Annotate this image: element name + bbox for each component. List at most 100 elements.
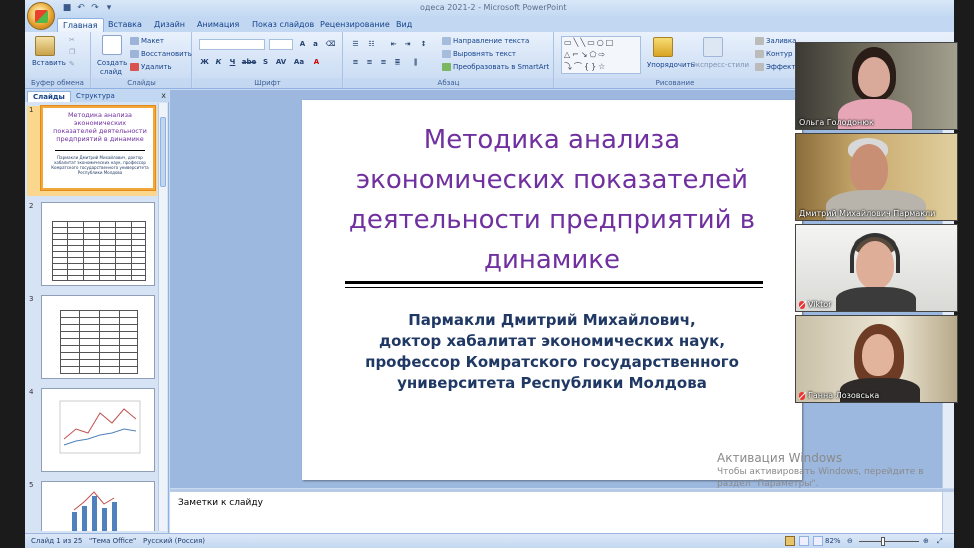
notes-scrollbar[interactable] <box>942 492 954 533</box>
columns-icon[interactable]: ‖ <box>410 57 421 67</box>
quick-styles-button[interactable]: Экспресс-стили <box>691 61 749 70</box>
bold-button[interactable]: Ж <box>199 57 210 67</box>
shape-fill-button[interactable]: Заливка <box>755 37 796 46</box>
undo-icon[interactable]: ↶ <box>75 2 87 14</box>
smartart-button[interactable]: Преобразовать в SmartArt <box>442 63 549 72</box>
tab-slideshow[interactable]: Показ слайдов <box>247 18 319 32</box>
align-left-icon[interactable]: ≡ <box>350 57 361 67</box>
zoom-slider[interactable] <box>859 541 919 542</box>
slideshow-view-icon[interactable] <box>813 536 823 546</box>
zoom-slider-thumb[interactable] <box>881 537 885 546</box>
fit-slide-icon[interactable]: ⤢ <box>937 534 943 548</box>
delete-slide-button[interactable]: Удалить <box>130 63 172 72</box>
redo-icon[interactable]: ↷ <box>89 2 101 14</box>
close-pane-icon[interactable]: x <box>161 91 166 100</box>
office-button[interactable] <box>27 2 55 30</box>
participant-tile-1[interactable]: Ольга Голодонюк <box>795 42 958 130</box>
participant-tile-2[interactable]: Дмитрий Михайлович Пармакли <box>795 133 958 221</box>
shadow-button[interactable]: S <box>260 57 271 67</box>
language-indicator[interactable]: Русский (Россия) <box>143 534 205 548</box>
participant-tile-4[interactable]: Ганна Лозовська <box>795 315 958 403</box>
slide-number: 3 <box>29 295 34 303</box>
slide-thumbnail-1[interactable]: 1 Методика анализа экономических показат… <box>27 106 157 196</box>
zoom-out-icon[interactable]: ⊖ <box>847 534 853 548</box>
decrease-indent-icon[interactable]: ⇤ <box>388 39 399 49</box>
qat-more-icon[interactable]: ▾ <box>103 2 115 14</box>
slide-thumbnail-3[interactable]: 3 <box>27 295 157 381</box>
delete-icon <box>130 63 139 71</box>
grow-font-icon[interactable]: A <box>297 39 308 49</box>
participant-tile-3[interactable]: Viktor <box>795 224 958 312</box>
quick-styles-icon[interactable] <box>703 37 723 57</box>
align-text-label: Выровнять текст <box>453 50 516 58</box>
slide-thumbnail-5[interactable]: 5 <box>27 481 157 531</box>
new-slide-button-line2[interactable]: слайд <box>100 68 122 77</box>
slide-canvas[interactable]: Методика анализа экономических показател… <box>302 100 802 480</box>
thumb-author: Пармакли Дмитрий Михайлович, доктор хаба… <box>51 155 149 175</box>
italic-button[interactable]: К <box>213 57 224 67</box>
shrink-font-icon[interactable]: a <box>310 39 321 49</box>
save-icon[interactable]: ■ <box>61 2 73 14</box>
shapes-gallery[interactable]: ▭╲╲▭○□ △⌐↘⬠⇨ ⤵⌒{}☆ <box>561 36 641 74</box>
underline-button[interactable]: Ч <box>227 57 238 67</box>
slide-thumbnail-4[interactable]: 4 <box>27 388 157 474</box>
sorter-view-icon[interactable] <box>799 536 809 546</box>
slide-author-block[interactable]: Пармакли Дмитрий Михайлович, доктор хаба… <box>322 310 782 394</box>
copy-icon[interactable]: ❐ <box>69 48 75 57</box>
thumb-table-cols <box>52 221 146 281</box>
group-label: Буфер обмена <box>25 78 90 88</box>
line-spacing-icon[interactable]: ↕ <box>418 39 429 49</box>
text-direction-button[interactable]: Направление текста <box>442 37 529 46</box>
normal-view-icon[interactable] <box>785 536 795 546</box>
increase-indent-icon[interactable]: ⇥ <box>402 39 413 49</box>
tab-view[interactable]: Вид <box>391 18 417 32</box>
zoom-in-icon[interactable]: ⊕ <box>923 534 929 548</box>
font-name-combo[interactable] <box>199 39 265 50</box>
pane-scroll-thumb[interactable] <box>160 117 166 187</box>
zoom-level[interactable]: 82% <box>825 534 841 548</box>
paste-icon[interactable] <box>35 36 55 56</box>
tab-review[interactable]: Рецензирование <box>315 18 395 32</box>
slide-title[interactable]: Методика анализа экономических показател… <box>332 120 772 280</box>
outline-icon <box>755 50 764 58</box>
align-text-button[interactable]: Выровнять текст <box>442 50 516 59</box>
tab-home[interactable]: Главная <box>57 18 104 32</box>
change-case-button[interactable]: Aa <box>292 57 306 67</box>
strike-button[interactable]: abe <box>241 57 257 67</box>
format-painter-icon[interactable]: ✎ <box>69 60 75 69</box>
new-slide-icon[interactable] <box>102 35 122 55</box>
reset-button[interactable]: Восстановить <box>130 50 192 59</box>
notes-pane[interactable]: Заметки к слайду <box>170 489 954 533</box>
arrange-button[interactable]: Упорядочить <box>647 61 695 70</box>
delete-label: Удалить <box>141 63 172 71</box>
cut-icon[interactable]: ✂ <box>69 36 75 45</box>
slide-thumbnail-2[interactable]: 2 <box>27 202 157 288</box>
tab-outline[interactable]: Структура <box>71 91 120 102</box>
paste-button[interactable]: Вставить <box>32 59 66 68</box>
pane-scrollbar[interactable] <box>158 103 167 531</box>
layout-button[interactable]: Макет <box>130 37 164 46</box>
participant-name-text: Viktor <box>808 300 832 309</box>
notes-placeholder[interactable]: Заметки к слайду <box>178 498 263 508</box>
font-size-combo[interactable] <box>269 39 293 50</box>
tab-design[interactable]: Дизайн <box>149 18 190 32</box>
tab-animation[interactable]: Анимация <box>192 18 244 32</box>
spacing-button[interactable]: AV <box>274 57 288 67</box>
tab-insert[interactable]: Вставка <box>103 18 147 32</box>
font-color-button[interactable]: A <box>311 57 322 67</box>
author-line-4: университета Республики Молдова <box>397 374 707 392</box>
slide-number: 5 <box>29 481 34 489</box>
clear-format-icon[interactable]: ⌫ <box>325 39 336 49</box>
numbering-icon[interactable]: ☷ <box>366 39 377 49</box>
shape-outline-button[interactable]: Контур <box>755 50 793 59</box>
align-center-icon[interactable]: ≡ <box>364 57 375 67</box>
group-clipboard: Вставить ✂ ❐ ✎ Буфер обмена <box>25 32 91 88</box>
bullets-icon[interactable]: ☰ <box>350 39 361 49</box>
arrange-icon[interactable] <box>653 37 673 57</box>
align-right-icon[interactable]: ≡ <box>378 57 389 67</box>
divider-line-thin <box>345 287 763 288</box>
tab-slides[interactable]: Слайды <box>27 91 71 102</box>
new-slide-button[interactable]: Создать <box>97 59 127 68</box>
participant-name: Viktor <box>799 300 831 309</box>
justify-icon[interactable]: ≣ <box>392 57 403 67</box>
